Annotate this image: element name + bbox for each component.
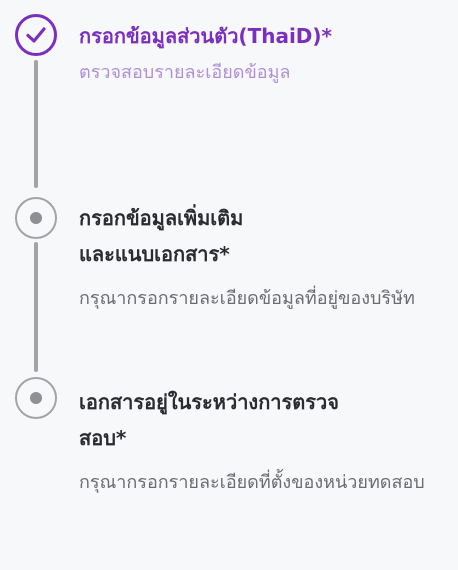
registration-stepper: กรอกข้อมูลส่วนตัว(ThaiD)* ตรวจสอบรายละเอ… — [0, 0, 458, 570]
step-title: กรอกข้อมูลเพิ่มเติม และแนบเอกสาร* — [79, 206, 244, 266]
step-description: กรุณากรอกรายละเอียดข้อมูลที่อยู่ของบริษั… — [79, 288, 415, 309]
step-description: กรุณากรอกรายละเอียดที่ตั้งของหน่วยทดสอบ — [79, 472, 425, 493]
step-dot — [30, 212, 42, 224]
step-connector — [34, 242, 38, 372]
step-description: ตรวจสอบรายละเอียดข้อมูล — [79, 62, 291, 83]
step-connector — [34, 60, 38, 188]
step-title: เอกสารอยู่ในระหว่างการตรวจสอบ* — [79, 390, 339, 450]
dot-circle-icon — [15, 197, 57, 239]
step-dot — [30, 392, 42, 404]
dot-circle-icon — [15, 377, 57, 419]
check-circle-icon — [15, 14, 57, 56]
step-title: กรอกข้อมูลส่วนตัว(ThaiD)* — [79, 24, 332, 48]
